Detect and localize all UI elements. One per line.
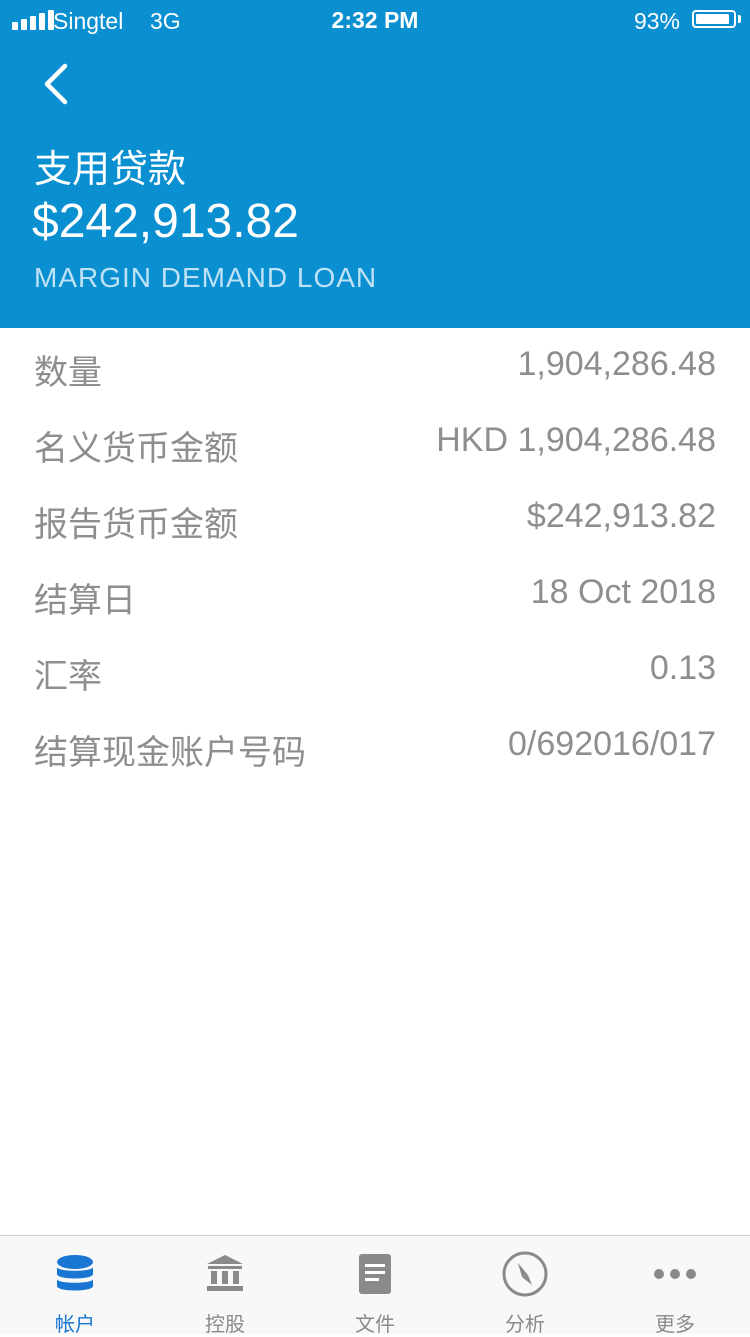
tab-holdings[interactable]: 控股 <box>150 1236 300 1336</box>
account-header: Singtel 3G 2:32 PM 93% 支用贷款 $242,913.82 … <box>0 0 750 328</box>
detail-row-settlement-account: 结算现金账户号码 0/692016/017 <box>0 708 750 784</box>
detail-row-exchange-rate: 汇率 0.13 <box>0 632 750 708</box>
database-icon <box>51 1250 99 1298</box>
detail-row-notional-amount: 名义货币金额 HKD 1,904,286.48 <box>0 404 750 480</box>
detail-value: 0.13 <box>649 649 716 687</box>
detail-label: 报告货币金额 <box>34 506 238 544</box>
detail-row-reporting-amount: 报告货币金额 $242,913.82 <box>0 480 750 556</box>
tab-documents[interactable]: 文件 <box>300 1236 450 1336</box>
chevron-left-icon <box>44 63 68 105</box>
status-bar: Singtel 3G 2:32 PM 93% <box>0 0 750 40</box>
detail-label: 数量 <box>34 354 102 392</box>
tab-label: 帐户 <box>55 1314 95 1336</box>
tab-label: 分析 <box>505 1314 545 1336</box>
tab-accounts[interactable]: 帐户 <box>0 1236 150 1336</box>
document-icon <box>351 1250 399 1298</box>
battery-level <box>696 14 730 24</box>
battery-tip <box>738 15 741 23</box>
tab-label: 文件 <box>355 1314 395 1336</box>
detail-label: 结算日 <box>34 582 136 620</box>
detail-label: 结算现金账户号码 <box>34 734 306 772</box>
detail-value: 18 Oct 2018 <box>530 573 716 611</box>
bank-icon <box>201 1250 249 1298</box>
detail-label: 名义货币金额 <box>34 430 238 468</box>
detail-row-settlement-date: 结算日 18 Oct 2018 <box>0 556 750 632</box>
battery-percent: 93% <box>633 8 680 34</box>
tab-label: 控股 <box>205 1314 245 1336</box>
back-button[interactable] <box>30 56 86 112</box>
detail-list: 数量 1,904,286.48 名义货币金额 HKD 1,904,286.48 … <box>0 328 750 784</box>
tab-more[interactable]: 更多 <box>600 1236 750 1336</box>
tab-analysis[interactable]: 分析 <box>450 1236 600 1336</box>
detail-value: HKD 1,904,286.48 <box>436 421 716 459</box>
detail-row-quantity: 数量 1,904,286.48 <box>0 328 750 404</box>
detail-value: 0/692016/017 <box>508 725 716 763</box>
detail-value: $242,913.82 <box>526 497 716 535</box>
detail-label: 汇率 <box>34 658 102 696</box>
more-dots-icon <box>651 1250 699 1298</box>
account-amount: $242,913.82 <box>32 195 299 248</box>
account-title: 支用贷款 <box>34 149 187 191</box>
battery-icon <box>692 10 736 28</box>
compass-icon <box>501 1250 549 1298</box>
detail-value: 1,904,286.48 <box>517 345 716 383</box>
tab-bar: 帐户 控股 文件 分析 更多 <box>0 1235 750 1336</box>
tab-label: 更多 <box>655 1314 695 1336</box>
account-type: MARGIN DEMAND LOAN <box>34 262 378 293</box>
